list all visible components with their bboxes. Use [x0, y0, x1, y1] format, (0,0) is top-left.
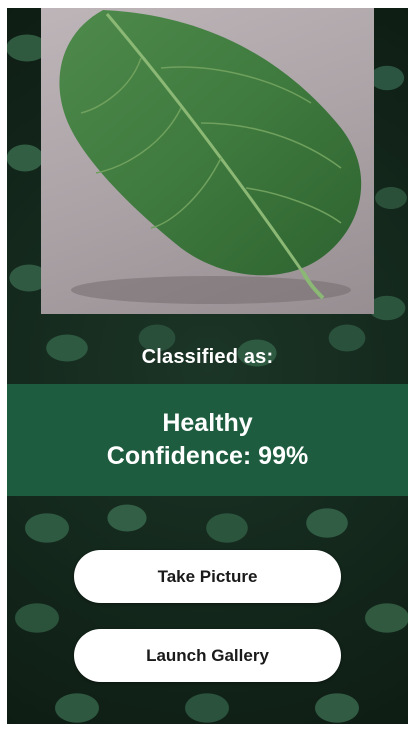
take-picture-button[interactable]: Take Picture: [74, 550, 341, 603]
classification-result: Healthy: [162, 409, 253, 437]
classified-as-label: Classified as:: [141, 346, 274, 368]
app-screen: Classified as: Healthy Confidence: 99% T…: [7, 8, 408, 724]
confidence-text: Confidence: 99%: [106, 442, 309, 470]
result-panel: Healthy Confidence: 99%: [7, 384, 408, 496]
launch-gallery-button[interactable]: Launch Gallery: [74, 629, 341, 682]
leaf-photo: [41, 8, 374, 314]
